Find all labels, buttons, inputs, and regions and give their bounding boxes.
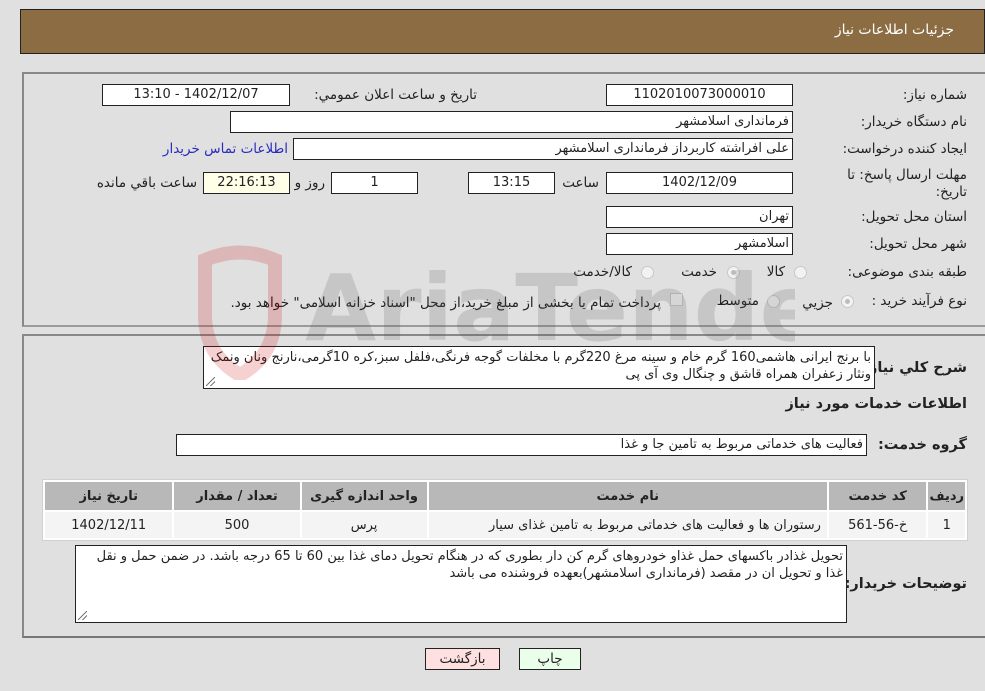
creator-field: علی افراشته کاربرداز فرمانداری اسلامشهر [293, 138, 793, 160]
days-remaining-field: 1 [331, 172, 418, 194]
need-number-field: 1102010073000010 [606, 84, 793, 106]
deadline-time-label: ساعت [562, 175, 599, 191]
remaining-label: ساعت باقي مانده [96, 175, 197, 191]
cell-code: خ-56-561 [828, 512, 927, 538]
table-header-row: ردیف کد خدمت نام خدمت واحد اندازه گیری ت… [45, 482, 965, 510]
category-radio-goods[interactable] [794, 266, 807, 279]
process-label: نوع فرآیند خرید : [871, 293, 967, 309]
days-label: روز و [294, 175, 325, 191]
category-radio-service[interactable] [727, 266, 740, 279]
buyer-notes-text: تحویل غذادر باکسهای حمل غذاو خودروهای گر… [96, 549, 843, 581]
announce-label: تاريخ و ساعت اعلان عمومي: [314, 87, 477, 103]
col-qty: تعداد / مقدار [174, 482, 300, 510]
need-info-panel: شماره نیاز: 1102010073000010 تاريخ و ساع… [22, 72, 985, 327]
service-group-label: گروه خدمت: [877, 437, 967, 453]
cell-date: 1402/12/11 [45, 512, 173, 538]
page-title: جزئیات اطلاعات نیاز [834, 22, 954, 38]
deadline-date-field: 1402/12/09 [606, 172, 793, 194]
buyer-notes-label: توضیحات خریدار: [844, 576, 967, 592]
buyer-org-label: نام دستگاه خریدار: [860, 114, 967, 130]
category-option-service: خدمت [681, 264, 717, 280]
col-code: کد خدمت [828, 482, 927, 510]
buyer-contact-link[interactable]: اطلاعات تماس خریدار [163, 141, 288, 157]
treasury-checkbox-label: پرداخت تمام یا بخشی از مبلغ خرید،از محل … [230, 295, 661, 311]
buyer-notes-textarea[interactable]: تحویل غذادر باکسهای حمل غذاو خودروهای گر… [75, 545, 847, 623]
cell-row: 1 [928, 512, 965, 538]
process-option-minor: جزيي [802, 295, 833, 311]
treasury-checkbox[interactable] [670, 293, 683, 306]
province-label: استان محل تحویل: [861, 209, 967, 225]
page-header: جزئیات اطلاعات نیاز [20, 9, 985, 54]
col-name: نام خدمت [428, 482, 827, 510]
services-section-title: اطلاعات خدمات مورد نیاز [785, 396, 967, 412]
category-option-goods-service: کالا/خدمت [573, 264, 632, 280]
category-radio-goods-service[interactable] [641, 266, 654, 279]
back-button[interactable]: بازگشت [425, 648, 500, 670]
creator-label: ایجاد کننده درخواست: [842, 141, 967, 157]
deadline-label: مهلت ارسال پاسخ: تا تاریخ: [847, 167, 967, 200]
resize-grip-icon[interactable] [206, 377, 215, 386]
deadline-time-field: 13:15 [468, 172, 555, 194]
summary-label: شرح کلي نياز: [863, 360, 967, 376]
table-row: 1 خ-56-561 رستوران ها و فعالیت های خدمات… [45, 512, 965, 538]
col-unit: واحد اندازه گیری [301, 482, 427, 510]
summary-text: با برنج ایرانی هاشمی160 گرم خام و سینه م… [210, 350, 871, 382]
summary-textarea[interactable]: با برنج ایرانی هاشمی160 گرم خام و سینه م… [203, 346, 875, 389]
cell-name: رستوران ها و فعالیت های خدماتی مربوط به … [428, 512, 827, 538]
buyer-org-field: فرمانداری اسلامشهر [230, 111, 793, 133]
process-option-medium: متوسط [716, 293, 759, 309]
remaining-time-field: 22:16:13 [203, 172, 290, 194]
need-number-label: شماره نیاز: [902, 87, 967, 103]
print-button[interactable]: چاپ [519, 648, 581, 670]
city-label: شهر محل تحویل: [869, 236, 967, 252]
cell-unit: پرس [301, 512, 427, 538]
province-field: تهران [606, 206, 793, 228]
category-option-goods: کالا [766, 264, 785, 280]
col-row: ردیف [928, 482, 965, 510]
category-label: طبقه بندی موضوعی: [847, 264, 967, 280]
need-details-panel: شرح کلي نياز: با برنج ایرانی هاشمی160 گر… [22, 334, 985, 638]
process-radio-minor[interactable] [841, 295, 854, 308]
service-group-field: فعالیت های خدماتی مربوط به تامین جا و غذ… [176, 434, 867, 456]
cell-qty: 500 [174, 512, 300, 538]
col-date: تاریخ نیاز [45, 482, 173, 510]
announce-datetime-field: 1402/12/07 - 13:10 [102, 84, 290, 106]
resize-grip-icon[interactable] [78, 611, 87, 620]
city-field: اسلامشهر [606, 233, 793, 255]
services-table: ردیف کد خدمت نام خدمت واحد اندازه گیری ت… [42, 479, 968, 541]
process-radio-medium[interactable] [767, 295, 780, 308]
